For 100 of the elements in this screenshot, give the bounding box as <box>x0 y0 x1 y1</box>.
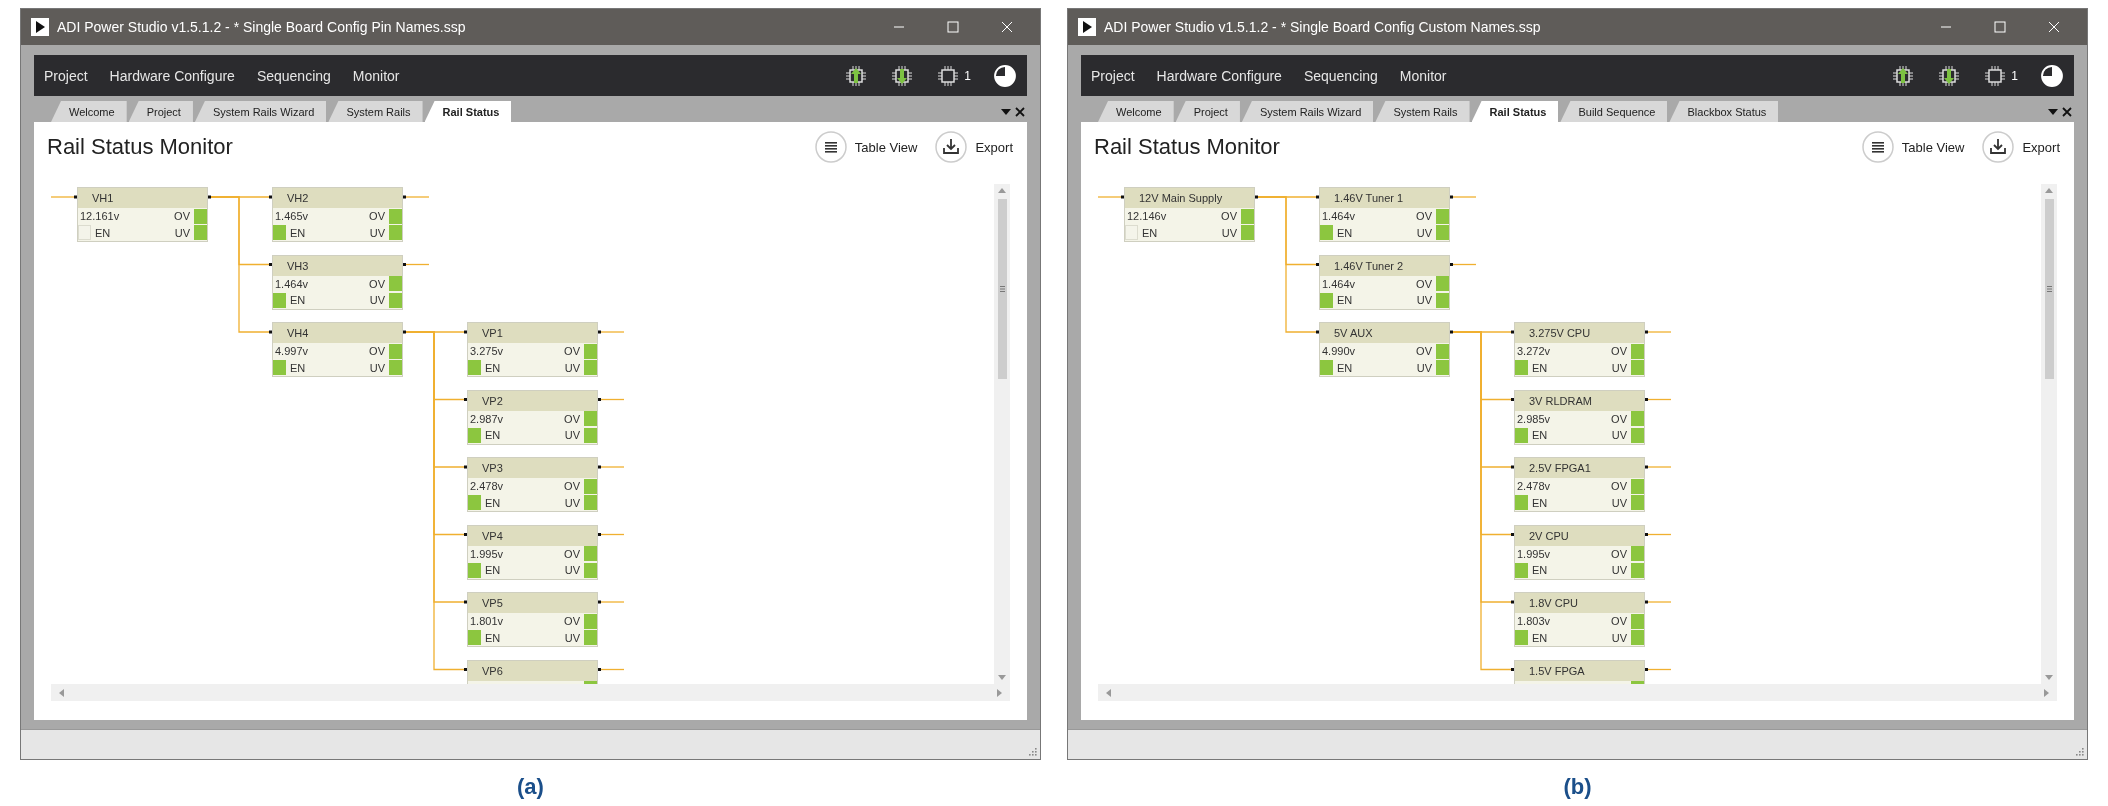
horizontal-scrollbar[interactable] <box>51 684 1010 701</box>
menu-item[interactable]: Hardware Configure <box>1156 67 1282 84</box>
status-label: EN <box>485 631 501 644</box>
scrollbar-thumb[interactable] <box>2044 199 2054 379</box>
tab[interactable]: System Rails <box>1375 101 1470 122</box>
chip-upload-icon[interactable] <box>844 63 869 88</box>
export-button[interactable]: Export <box>931 131 1017 163</box>
scroll-left-icon[interactable] <box>1106 688 1111 697</box>
rail-voltage: 1.465v <box>274 210 310 223</box>
chip-icon[interactable] <box>1983 63 2008 88</box>
rail-node[interactable]: 1.8V CPU 1.803v OV EN UV <box>1514 592 1645 647</box>
table-view-button[interactable]: Table View <box>1857 131 1969 163</box>
resize-grip-icon[interactable] <box>1027 746 1037 756</box>
connector-line <box>1451 263 1477 266</box>
connector-line <box>1451 196 1477 198</box>
tab[interactable]: Project <box>128 101 193 122</box>
caret-icon[interactable] <box>1001 107 1011 116</box>
status-label: EN <box>1532 496 1548 509</box>
export-button[interactable]: Export <box>1978 131 2064 163</box>
rail-node[interactable]: 5V AUX 4.990v OV EN UV <box>1319 322 1450 377</box>
scroll-left-icon[interactable] <box>59 688 64 697</box>
status-label: EN <box>290 361 306 374</box>
chip-download-icon[interactable] <box>1937 63 1962 88</box>
menu-item[interactable]: Sequencing <box>256 67 331 84</box>
status-label: OV <box>1611 547 1627 560</box>
rail-node[interactable]: VP2 2.987v OV EN UV <box>467 389 598 445</box>
window-title: ADI Power Studio v1.5.1.2 - * Single Board Config Pin Names.ssp <box>57 19 467 35</box>
rail-voltage: 2.985v <box>1516 412 1552 425</box>
scroll-up-icon[interactable] <box>998 188 1006 193</box>
tab[interactable]: Blackbox Status <box>1669 101 1779 122</box>
rail-voltage: 1.801v <box>469 615 505 628</box>
rail-node[interactable]: 1.46V Tuner 1 1.464v OV EN UV <box>1319 187 1450 242</box>
scroll-down-icon[interactable] <box>998 675 1006 680</box>
resize-grip-icon[interactable] <box>2074 746 2084 756</box>
pie-icon[interactable] <box>993 63 1017 88</box>
scroll-right-icon[interactable] <box>2044 688 2049 697</box>
close-icon[interactable] <box>2062 106 2072 117</box>
window-title: ADI Power Studio v1.5.1.2 - * Single Board Config Custom Names.ssp <box>1104 19 1542 35</box>
horizontal-scrollbar[interactable] <box>1098 684 2057 701</box>
scroll-right-icon[interactable] <box>997 688 1002 697</box>
rail-node[interactable]: VH3 1.464v OV EN UV <box>272 254 403 310</box>
rail-node[interactable]: 1.46V Tuner 2 1.464v OV EN UV <box>1319 254 1450 310</box>
tab[interactable]: System Rails <box>328 101 423 122</box>
close-icon <box>2048 21 2060 33</box>
scroll-up-icon[interactable] <box>2045 188 2053 193</box>
connector-line <box>599 601 625 603</box>
scroll-down-icon[interactable] <box>2045 675 2053 680</box>
rail-voltage: 1.995v <box>469 547 505 560</box>
close-icon <box>1001 21 1013 33</box>
caret-icon[interactable] <box>2048 107 2058 116</box>
connector-line <box>404 263 430 266</box>
rail-node[interactable]: 2.5V FPGA1 2.478v OV EN UV <box>1514 457 1645 512</box>
tab[interactable]: System Rails Wizard <box>194 101 327 122</box>
table-view-button[interactable]: Table View <box>810 131 922 163</box>
chip-upload-icon[interactable] <box>1891 63 1916 88</box>
chip-download-icon[interactable] <box>890 63 915 88</box>
app-icon <box>1078 18 1096 36</box>
rail-voltage: 12.161v <box>79 210 121 223</box>
rail-name: VP4 <box>482 529 503 542</box>
status-label: OV <box>1221 210 1237 223</box>
tab[interactable]: Welcome <box>1098 101 1174 122</box>
rail-node[interactable]: 3V RLDRAM 2.985v OV EN UV <box>1514 389 1645 445</box>
rail-node[interactable]: VP4 1.995v OV EN UV <box>467 524 598 580</box>
menu-item[interactable]: Project <box>1091 67 1135 84</box>
rail-name: VP6 <box>482 664 503 677</box>
rail-name: 3V RLDRAM <box>1529 394 1592 407</box>
rail-node[interactable]: 12V Main Supply 12.146v OV EN UV <box>1124 187 1255 242</box>
rail-node[interactable]: 3.275V CPU 3.272v OV EN UV <box>1514 322 1645 377</box>
menu-item[interactable]: Sequencing <box>1303 67 1378 84</box>
menu-item[interactable]: Monitor <box>352 67 400 84</box>
status-label: EN <box>1532 631 1548 644</box>
tab[interactable]: Rail Status <box>424 101 512 122</box>
vertical-scrollbar[interactable] <box>2041 184 2057 684</box>
menu-item[interactable]: Monitor <box>1399 67 1447 84</box>
rail-node[interactable]: 1.5V FPGA <box>1514 659 1645 684</box>
app-icon <box>31 18 49 36</box>
tab[interactable]: System Rails Wizard <box>1241 101 1374 122</box>
status-label: UV <box>564 631 580 644</box>
tab[interactable]: Rail Status <box>1471 101 1559 122</box>
rail-node[interactable]: VP1 3.275v OV EN UV <box>467 322 598 377</box>
rail-node[interactable]: VH4 4.997v OV EN UV <box>272 322 403 377</box>
close-icon[interactable] <box>1015 106 1025 117</box>
chip-icon[interactable] <box>936 63 961 88</box>
rail-node[interactable]: VH1 12.161v OV EN UV <box>77 187 208 242</box>
status-label: UV <box>564 429 580 442</box>
status-label: OV <box>1416 345 1432 358</box>
tab[interactable]: Project <box>1175 101 1240 122</box>
rail-node[interactable]: VP6 <box>467 659 598 684</box>
menu-item[interactable]: Hardware Configure <box>109 67 235 84</box>
rail-node[interactable]: VP3 2.478v OV EN UV <box>467 457 598 512</box>
tab[interactable]: Welcome <box>51 101 127 122</box>
rail-node[interactable]: VP5 1.801v OV EN UV <box>467 592 598 647</box>
vertical-scrollbar[interactable] <box>994 184 1010 684</box>
pie-icon[interactable] <box>2040 63 2064 88</box>
rail-node[interactable]: VH2 1.465v OV EN UV <box>272 187 403 242</box>
scrollbar-thumb[interactable] <box>997 199 1007 379</box>
menu-item[interactable]: Project <box>44 67 88 84</box>
rail-node[interactable]: 2V CPU 1.995v OV EN UV <box>1514 524 1645 580</box>
tab[interactable]: Build Sequence <box>1560 101 1668 122</box>
status-label: EN <box>1142 226 1158 239</box>
